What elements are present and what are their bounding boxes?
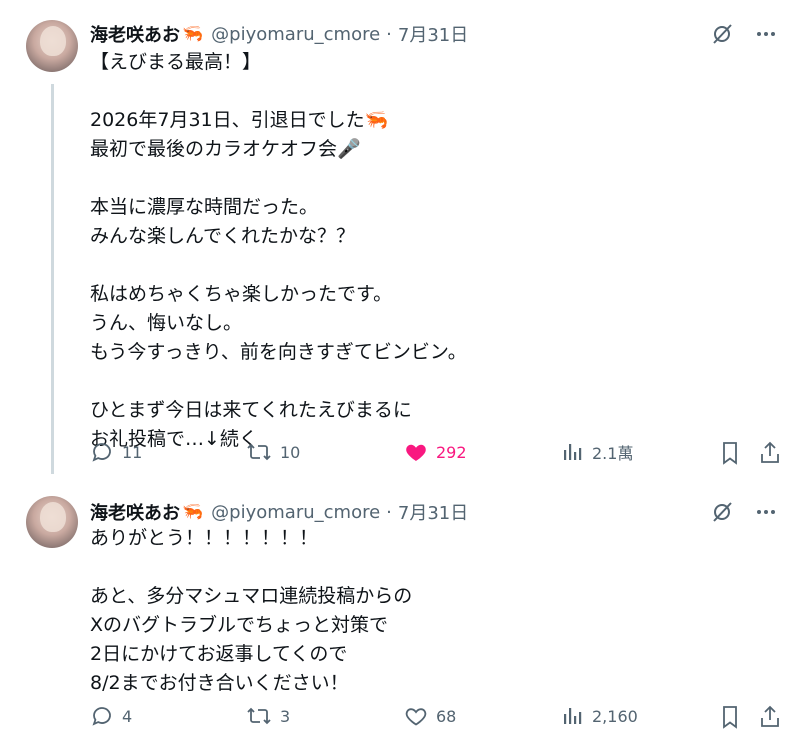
shrimp-emoji: 🦐 bbox=[182, 24, 204, 44]
reply-count: 4 bbox=[122, 706, 133, 726]
heart-icon bbox=[404, 704, 428, 728]
author-name[interactable]: 海老咲あお bbox=[90, 499, 180, 525]
bookmark-button[interactable] bbox=[718, 704, 742, 734]
like-button[interactable]: 292 bbox=[404, 440, 467, 464]
avatar[interactable] bbox=[26, 20, 78, 72]
views-count: 2.1萬 bbox=[592, 444, 634, 463]
reply-button[interactable]: 11 bbox=[90, 440, 142, 464]
tweet-date[interactable]: 7月31日 bbox=[398, 499, 468, 525]
reply-button[interactable]: 4 bbox=[90, 704, 132, 728]
separator-dot: · bbox=[386, 23, 392, 45]
repost-icon bbox=[246, 704, 272, 728]
tweet-text: ありがとう！！！！！！！ あと、多分マシュマロ連続投稿からの Xのバグトラブルで… bbox=[90, 527, 413, 694]
tweet-header: 海老咲あお 🦐 @piyomaru_cmore · 7月31日 bbox=[90, 20, 468, 48]
more-icon[interactable] bbox=[754, 22, 778, 46]
author-handle[interactable]: @piyomaru_cmore bbox=[211, 502, 380, 523]
more-icon[interactable] bbox=[754, 500, 778, 524]
bookmark-icon bbox=[718, 706, 742, 734]
share-button[interactable] bbox=[758, 704, 782, 734]
repost-count: 3 bbox=[280, 706, 291, 726]
tweet-date[interactable]: 7月31日 bbox=[398, 21, 468, 47]
share-icon bbox=[758, 441, 782, 470]
views-count: 2,160 bbox=[592, 706, 638, 726]
tweet-top-icons bbox=[710, 22, 778, 46]
like-count: 68 bbox=[436, 706, 457, 726]
avatar[interactable] bbox=[26, 496, 78, 548]
tweet-text: 【えびまる最高！】 2026年7月31日、引退日でした🦐 最初で最後のカラオケオ… bbox=[90, 51, 467, 450]
tweet-top-icons bbox=[710, 500, 778, 524]
tweet[interactable]: 海老咲あお 🦐 @piyomaru_cmore · 7月31日 ありがとう！！！… bbox=[0, 488, 800, 748]
heart-icon bbox=[404, 440, 428, 464]
views-button[interactable]: 2.1萬 bbox=[562, 440, 633, 464]
views-button[interactable]: 2,160 bbox=[562, 704, 638, 728]
reply-count: 11 bbox=[122, 442, 143, 462]
reply-icon bbox=[90, 704, 114, 728]
tweet[interactable]: 海老咲あお 🦐 @piyomaru_cmore · 7月31日 【えびまる最高！… bbox=[0, 0, 800, 488]
grok-icon[interactable] bbox=[710, 500, 734, 524]
views-icon bbox=[562, 704, 584, 728]
bookmark-button[interactable] bbox=[718, 440, 742, 470]
share-icon bbox=[758, 705, 782, 734]
author-handle[interactable]: @piyomaru_cmore bbox=[211, 24, 380, 45]
reply-icon bbox=[90, 440, 114, 464]
repost-icon bbox=[246, 440, 272, 464]
repost-button[interactable]: 10 bbox=[246, 440, 300, 464]
tweet-actions: 4 3 68 2,160 bbox=[90, 704, 780, 732]
tweet-actions: 11 10 292 2.1萬 bbox=[90, 440, 780, 468]
tweet-header: 海老咲あお 🦐 @piyomaru_cmore · 7月31日 bbox=[90, 498, 468, 526]
like-count: 292 bbox=[436, 442, 467, 462]
thread-line bbox=[51, 84, 54, 474]
bookmark-icon bbox=[718, 442, 742, 470]
separator-dot: · bbox=[386, 501, 392, 523]
grok-icon[interactable] bbox=[710, 22, 734, 46]
share-button[interactable] bbox=[758, 440, 782, 470]
shrimp-emoji: 🦐 bbox=[182, 502, 204, 522]
repost-count: 10 bbox=[280, 442, 301, 462]
repost-button[interactable]: 3 bbox=[246, 704, 290, 728]
author-name[interactable]: 海老咲あお bbox=[90, 21, 180, 47]
views-icon bbox=[562, 440, 584, 464]
like-button[interactable]: 68 bbox=[404, 704, 456, 728]
